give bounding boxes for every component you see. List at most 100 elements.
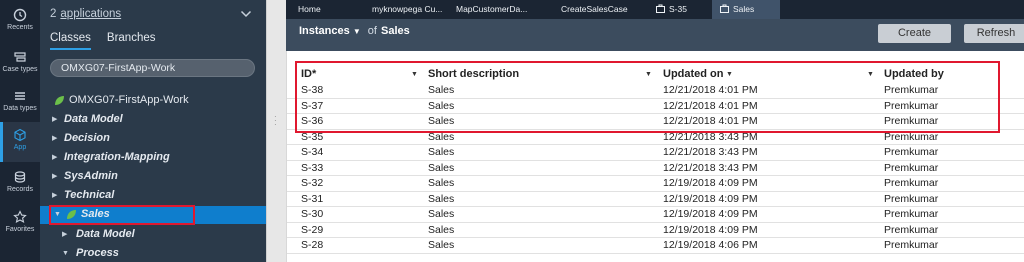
- cell-updated-by: Premkumar: [884, 192, 939, 205]
- cell-short-description: Sales: [428, 177, 455, 189]
- cell-short-description: Sales: [428, 192, 455, 205]
- caret-right-icon: ▶: [62, 231, 68, 238]
- rail-case-types[interactable]: Case types: [0, 44, 40, 84]
- cell-short-description: Sales: [428, 161, 455, 174]
- tree-node[interactable]: ▶ Data Model: [52, 113, 123, 125]
- star-icon: [13, 210, 27, 223]
- caret-down-icon: ▼: [62, 249, 69, 257]
- cell-updated-by: Premkumar: [884, 161, 939, 174]
- case-types-icon: [14, 52, 26, 62]
- chevron-down-icon[interactable]: [240, 8, 252, 20]
- cell-updated-on: 12/19/2018 4:09 PM: [663, 192, 758, 205]
- cube-icon: [14, 128, 26, 142]
- rail-recents[interactable]: Recents: [0, 2, 40, 42]
- tab-classes[interactable]: Classes: [50, 32, 91, 50]
- table-row[interactable]: S-32 Sales 12/19/2018 4:09 PM Premkumar: [287, 176, 1024, 192]
- cell-updated-by: Premkumar: [884, 146, 939, 158]
- tree-node[interactable]: ▶ SysAdmin: [52, 170, 118, 182]
- caret-right-icon: ▶: [52, 192, 58, 199]
- caret-right-icon: ▶: [52, 154, 58, 161]
- cell-short-description: Sales: [428, 223, 455, 236]
- tab-home[interactable]: Home: [290, 0, 352, 19]
- drag-handle-icon: · · ·: [274, 112, 277, 129]
- cell-id[interactable]: S-31: [301, 193, 323, 205]
- rail-label: Case types: [2, 66, 38, 73]
- rail-favorites[interactable]: Favorites: [0, 204, 40, 244]
- panel-splitter[interactable]: · · ·: [266, 0, 286, 262]
- instances-header: Instances ▼ of Sales Create Refresh: [286, 19, 1024, 51]
- cell-id[interactable]: S-34: [301, 146, 323, 158]
- rail-label: Records: [6, 186, 34, 193]
- rail-label: App: [13, 144, 27, 151]
- cell-updated-on: 12/19/2018 4:09 PM: [663, 208, 758, 220]
- caret-right-icon: ▶: [52, 135, 58, 142]
- cell-updated-on: 12/19/2018 4:09 PM: [663, 177, 758, 189]
- cell-updated-on: 12/21/2018 3:43 PM: [663, 146, 758, 158]
- table-row[interactable]: S-29 Sales 12/19/2018 4:09 PM Premkumar: [287, 223, 1024, 238]
- cell-updated-on: 12/21/2018 3:43 PM: [663, 161, 758, 174]
- refresh-button[interactable]: Refresh: [964, 24, 1024, 43]
- tree-node-label: Decision: [64, 132, 110, 144]
- tab-label: Sales: [733, 4, 755, 14]
- instances-grid: ID* ▼ Short description ▼ Updated on ▼ ▼…: [286, 51, 1024, 262]
- caret-down-icon[interactable]: ▼: [353, 27, 361, 36]
- rail-data-types[interactable]: Data types: [0, 83, 40, 123]
- tree-node-label: Data Model: [64, 113, 123, 125]
- instances-dropdown[interactable]: Instances: [299, 25, 350, 37]
- clock-icon: [13, 8, 27, 22]
- create-button[interactable]: Create: [878, 24, 951, 43]
- document-tabbar: Home myknowpega Cu... MapCustomerDa... C…: [286, 0, 1024, 19]
- tab-branches[interactable]: Branches: [107, 32, 156, 48]
- table-row[interactable]: S-33 Sales 12/21/2018 3:43 PM Premkumar: [287, 161, 1024, 176]
- table-row[interactable]: S-30 Sales 12/19/2018 4:09 PM Premkumar: [287, 207, 1024, 223]
- of-label: of: [367, 25, 377, 37]
- tab-myknowpega[interactable]: myknowpega Cu...: [364, 0, 450, 19]
- leaf-icon: [55, 95, 64, 105]
- cell-id[interactable]: S-29: [301, 224, 323, 236]
- records-icon: [14, 171, 26, 183]
- tree-node[interactable]: ▶ Technical: [52, 189, 114, 201]
- briefcase-icon: [656, 4, 665, 13]
- table-row[interactable]: S-34 Sales 12/21/2018 3:43 PM Premkumar: [287, 145, 1024, 161]
- rail-records[interactable]: Records: [0, 164, 40, 204]
- rail-label: Data types: [3, 105, 37, 112]
- tree-node[interactable]: ▶ Decision: [52, 132, 110, 144]
- tree-child-node[interactable]: ▼ Process: [62, 247, 119, 259]
- class-name: Sales: [380, 25, 410, 37]
- tree-node-label: Process: [76, 247, 119, 259]
- cell-id[interactable]: S-28: [301, 239, 323, 251]
- tab-createsalescase[interactable]: CreateSalesCase: [553, 0, 645, 19]
- class-filter-input[interactable]: OMXG07-FirstApp-Work: [50, 59, 255, 77]
- caret-right-icon: ▶: [52, 116, 58, 123]
- explorer-tabs: Classes Branches: [50, 32, 172, 50]
- cell-updated-on: 12/19/2018 4:09 PM: [663, 223, 758, 236]
- cell-updated-by: Premkumar: [884, 223, 939, 236]
- tab-label: S-35: [669, 4, 687, 14]
- tab-mapcustomer[interactable]: MapCustomerDa...: [448, 0, 540, 19]
- tree-node-label: Technical: [64, 189, 115, 201]
- cell-updated-by: Premkumar: [884, 239, 939, 251]
- table-row[interactable]: S-28 Sales 12/19/2018 4:06 PM Premkumar: [287, 238, 1024, 254]
- tree-node-label: Data Model: [76, 228, 135, 240]
- tree-child-node[interactable]: ▶ Data Model: [62, 228, 135, 240]
- tab-sales[interactable]: Sales: [712, 0, 780, 19]
- cell-updated-on: 12/19/2018 4:06 PM: [663, 239, 758, 251]
- app-explorer: 2 applications Classes Branches OMXG07-Fir…: [40, 0, 266, 262]
- instances-title: Instances ▼ of Sales: [299, 25, 410, 37]
- tree-root[interactable]: OMXG07-FirstApp-Work: [54, 94, 189, 106]
- cell-id[interactable]: S-33: [301, 162, 323, 174]
- briefcase-icon: [720, 4, 729, 13]
- rail-label: Recents: [7, 24, 33, 31]
- applications-label[interactable]: applications: [60, 8, 121, 20]
- tree-node[interactable]: ▶ Integration-Mapping: [52, 151, 170, 163]
- tab-s35[interactable]: S-35: [648, 0, 708, 19]
- cell-id[interactable]: S-32: [301, 177, 323, 189]
- tree-node-label: Integration-Mapping: [64, 151, 170, 163]
- tree-node-label: SysAdmin: [64, 170, 118, 182]
- table-row[interactable]: S-31 Sales 12/19/2018 4:09 PM Premkumar: [287, 192, 1024, 207]
- cell-id[interactable]: S-30: [301, 208, 323, 220]
- selection-highlight-box: [49, 205, 195, 225]
- applications-link[interactable]: 2 applications: [50, 8, 121, 20]
- cell-short-description: Sales: [428, 146, 455, 158]
- rail-app[interactable]: App: [0, 122, 40, 162]
